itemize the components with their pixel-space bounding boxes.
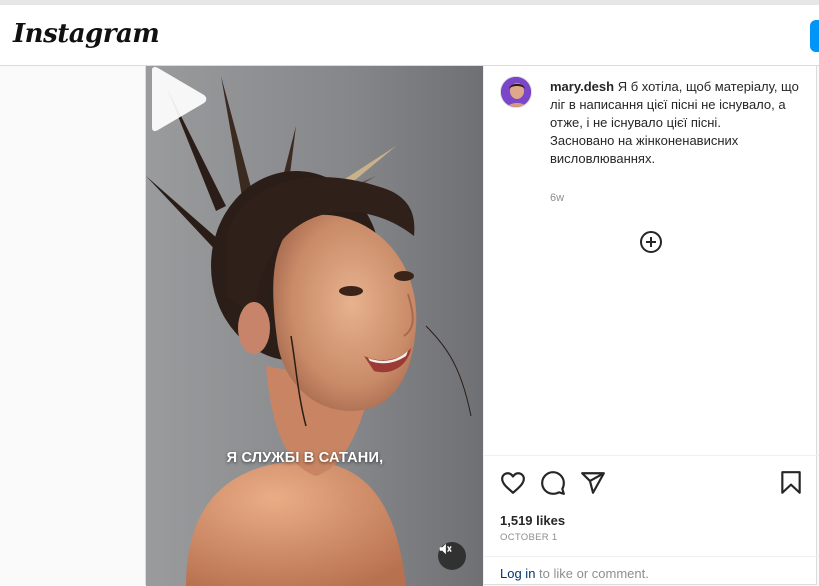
post-time-ago[interactable]: 6w bbox=[550, 192, 564, 204]
post-actions-section: 1,519 likes OCTOBER 1 Log in to like or … bbox=[484, 455, 819, 586]
post-caption: mary.desh Я б хотіла, щоб матеріалу, що … bbox=[550, 78, 800, 168]
share-icon[interactable] bbox=[580, 470, 606, 496]
instagram-logo[interactable]: Instagram bbox=[13, 19, 160, 49]
muted-speaker-icon[interactable] bbox=[438, 542, 466, 570]
bookmark-icon[interactable] bbox=[778, 470, 804, 496]
avatar[interactable] bbox=[500, 76, 532, 108]
post-video[interactable]: Я СЛУЖБІ В САТАНИ, bbox=[146, 66, 483, 586]
like-count[interactable]: 1,519 likes bbox=[500, 513, 565, 528]
post-details-panel: mary.desh Я б хотіла, щоб матеріалу, що … bbox=[483, 66, 819, 586]
header-action-button[interactable] bbox=[810, 20, 819, 52]
caption-text-second: Засновано на жінконенависних висловлюван… bbox=[550, 133, 739, 166]
video-subtitle: Я СЛУЖБІ В САТАНИ, bbox=[226, 450, 384, 466]
username-link[interactable]: mary.desh bbox=[550, 79, 614, 94]
post-date: OCTOBER 1 bbox=[500, 532, 558, 543]
login-link[interactable]: Log in bbox=[500, 566, 535, 581]
play-icon[interactable] bbox=[146, 66, 208, 132]
video-frame-image bbox=[146, 66, 483, 586]
comment-icon[interactable] bbox=[540, 470, 566, 496]
login-prompt: Log in to like or comment. bbox=[484, 556, 819, 586]
post-card: Я СЛУЖБІ В САТАНИ, mary.desh Я б хотіла,… bbox=[145, 65, 819, 586]
login-prompt-text: to like or comment. bbox=[535, 566, 649, 581]
heart-icon[interactable] bbox=[500, 470, 526, 496]
top-navigation-bar: Instagram bbox=[0, 0, 819, 66]
plus-circle-icon[interactable] bbox=[639, 230, 663, 254]
